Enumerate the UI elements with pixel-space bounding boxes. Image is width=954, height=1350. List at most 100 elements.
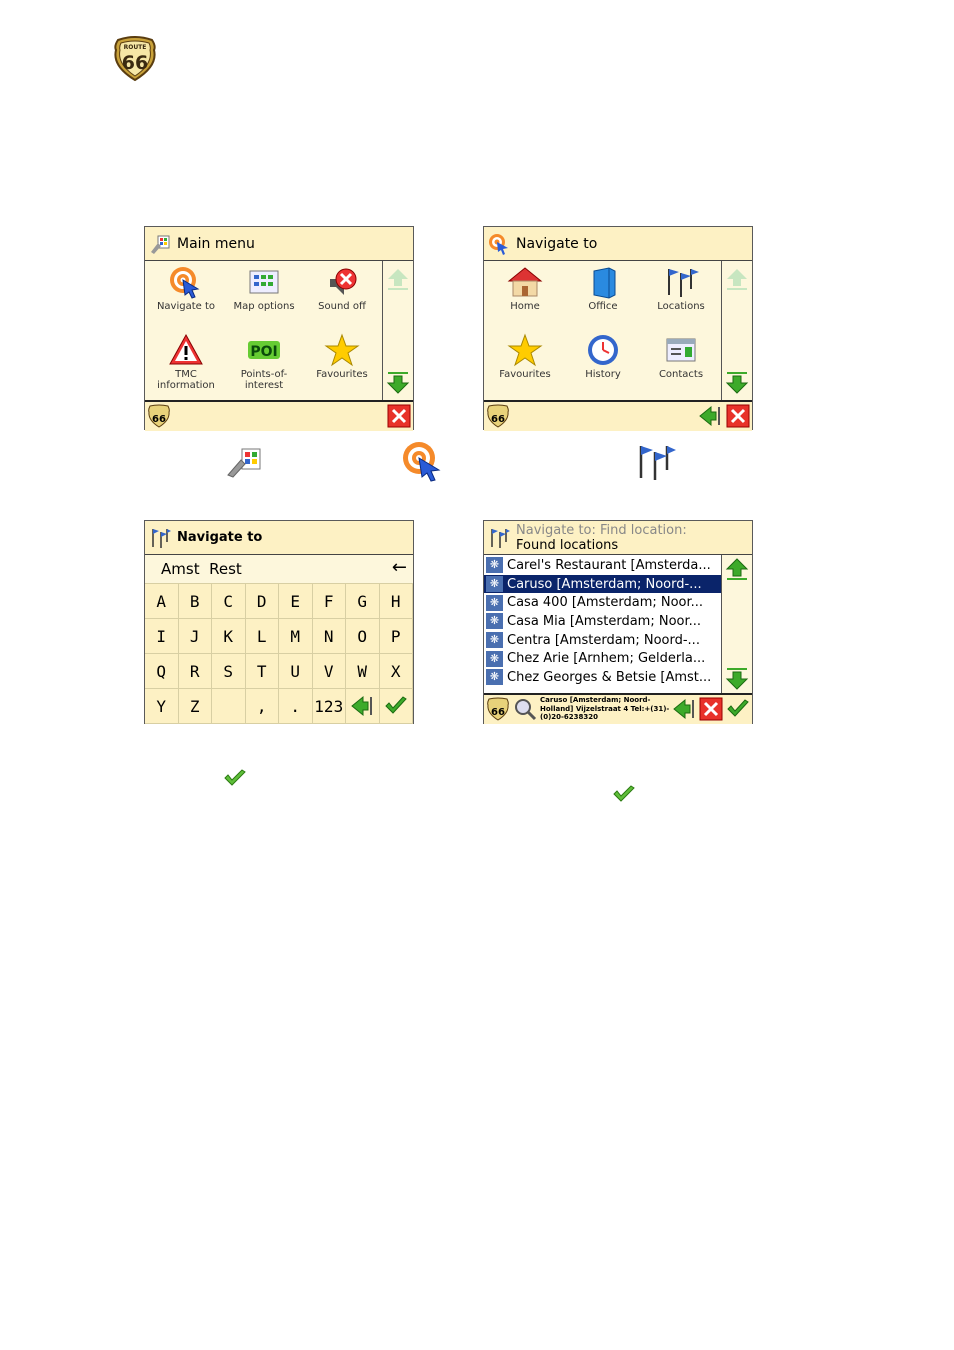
keyboard-key[interactable]: Z	[178, 689, 212, 724]
home-icon	[507, 267, 543, 297]
scrollbar[interactable]	[721, 261, 752, 400]
back-arrow-icon[interactable]	[698, 404, 722, 428]
menu-item-label: Sound off	[318, 301, 366, 312]
navigate-to-screen: Navigate to Home Office Locations Favour…	[483, 226, 753, 431]
keyboard-key[interactable]: H	[379, 584, 413, 619]
keyboard-key[interactable]: K	[212, 619, 246, 654]
nav-item-home[interactable]: Home	[486, 265, 564, 312]
keyboard-key[interactable]: B	[178, 584, 212, 619]
menu-item-favourites[interactable]: Favourites	[303, 333, 381, 380]
backspace-icon[interactable]: ←	[392, 557, 407, 578]
restaurant-icon: ❋	[486, 650, 503, 667]
keyboard-key[interactable]: T	[245, 654, 279, 689]
nav-item-locations[interactable]: Locations	[642, 265, 720, 312]
keyboard-key[interactable]: X	[379, 654, 413, 689]
svg-text:66: 66	[152, 414, 166, 425]
close-icon[interactable]	[387, 404, 411, 428]
back-arrow-icon[interactable]	[672, 697, 696, 721]
search-input[interactable]: Amst Rest ←	[145, 555, 413, 584]
locations-flags-icon	[668, 269, 699, 297]
keyboard-key[interactable]: W	[346, 654, 380, 689]
keyboard-key-space[interactable]	[212, 689, 246, 724]
scroll-up-icon[interactable]	[725, 557, 749, 581]
keyboard-key[interactable]: Q	[145, 654, 179, 689]
nav-item-office[interactable]: Office	[564, 265, 642, 312]
keyboard-key[interactable]: R	[178, 654, 212, 689]
keyboard-screen: Navigate to Amst Rest ← ABCDEFGH IJKLMNOP…	[144, 520, 414, 724]
restaurant-icon: ❋	[486, 632, 503, 649]
scroll-up-icon[interactable]	[386, 267, 410, 291]
keyboard-key[interactable]: P	[379, 619, 413, 654]
keyboard-key[interactable]: .	[279, 689, 313, 724]
keyboard-key[interactable]: V	[312, 654, 346, 689]
keyboard-key[interactable]: E	[279, 584, 313, 619]
nav-item-label: History	[585, 369, 621, 380]
nav-item-history[interactable]: History	[564, 333, 642, 380]
found-title: Found locations	[516, 537, 619, 553]
route66-button-icon[interactable]: 66	[486, 404, 510, 428]
back-arrow-icon[interactable]	[346, 689, 380, 724]
main-menu-icon	[151, 235, 170, 254]
found-title-path: Navigate to: Find location:	[516, 522, 687, 538]
close-icon[interactable]	[726, 404, 750, 428]
list-item[interactable]: ❋ Chez Arie [Arnhem; Gelderla...	[484, 649, 722, 668]
keyboard-key[interactable]: N	[312, 619, 346, 654]
list-item[interactable]: ❋ Caruso [Amsterdam; Noord-...	[484, 574, 722, 594]
svg-text:POI: POI	[250, 344, 277, 360]
keyboard-key[interactable]: D	[245, 584, 279, 619]
keyboard-key[interactable]: U	[279, 654, 313, 689]
keyboard-key[interactable]: I	[145, 619, 179, 654]
keyboard-key[interactable]: S	[212, 654, 246, 689]
magnifier-icon[interactable]	[513, 697, 537, 721]
nav-item-contacts[interactable]: Contacts	[642, 333, 720, 380]
keyboard-key[interactable]: A	[145, 584, 179, 619]
route66-button-icon[interactable]: 66	[147, 404, 171, 428]
list-item[interactable]: ❋ Carel's Restaurant [Amsterda...	[484, 556, 722, 575]
locations-flags-icon	[639, 446, 676, 480]
scrollbar[interactable]	[721, 555, 752, 693]
keyboard-key[interactable]: C	[212, 584, 246, 619]
keyboard-key[interactable]: 123	[312, 689, 346, 724]
restaurant-icon: ❋	[486, 576, 503, 593]
keyboard-key[interactable]: O	[346, 619, 380, 654]
menu-item-sound-off[interactable]: Sound off	[303, 265, 381, 312]
menu-item-points-of-interest[interactable]: POI Points-of-interest	[225, 333, 303, 391]
list-item-label: Casa 400 [Amsterdam; Noor...	[507, 595, 704, 611]
list-item-label: Carel's Restaurant [Amsterda...	[507, 557, 711, 573]
menu-item-tmc-information[interactable]: TMC information	[147, 333, 225, 391]
keyboard-key[interactable]: M	[279, 619, 313, 654]
confirm-check-icon	[613, 785, 635, 802]
list-item[interactable]: ❋ Chez Georges & Betsie [Amst...	[484, 668, 722, 687]
keyboard-key[interactable]: Y	[145, 689, 179, 724]
navigate-target-icon	[170, 267, 200, 299]
scroll-down-icon[interactable]	[725, 371, 749, 395]
navigate-to-header: Navigate to	[484, 227, 752, 261]
list-item[interactable]: ❋ Casa 400 [Amsterdam; Noor...	[484, 593, 722, 612]
restaurant-icon: ❋	[486, 594, 503, 611]
keyboard-key[interactable]: J	[178, 619, 212, 654]
nav-item-label: Favourites	[499, 369, 551, 380]
menu-item-map-options[interactable]: Map options	[225, 265, 303, 312]
scroll-up-icon[interactable]	[725, 267, 749, 291]
close-icon[interactable]	[699, 697, 723, 721]
scrollbar[interactable]	[382, 261, 413, 400]
route66-button-icon[interactable]: 66	[486, 697, 510, 721]
route66-logo: ROUTE 66	[114, 36, 156, 82]
list-item[interactable]: ❋ Centra [Amsterdam; Noord-...	[484, 631, 722, 650]
nav-item-favourites[interactable]: Favourites	[486, 333, 564, 380]
confirm-check-icon[interactable]	[379, 689, 413, 724]
keyboard-key[interactable]: F	[312, 584, 346, 619]
scroll-down-icon[interactable]	[725, 667, 749, 691]
keyboard-key[interactable]: L	[245, 619, 279, 654]
scroll-down-icon[interactable]	[386, 371, 410, 395]
keyboard-key[interactable]: ,	[245, 689, 279, 724]
menu-item-navigate-to[interactable]: Navigate to	[147, 265, 225, 312]
office-building-icon	[593, 267, 616, 299]
nav-item-label: Locations	[657, 301, 705, 312]
list-item[interactable]: ❋ Casa Mia [Amsterdam; Noor...	[484, 612, 722, 631]
confirm-check-icon[interactable]	[726, 697, 750, 721]
list-item-label: Centra [Amsterdam; Noord-...	[507, 632, 700, 648]
keyboard-key[interactable]: G	[346, 584, 380, 619]
map-options-icon	[249, 270, 279, 294]
confirm-check-icon	[224, 769, 246, 786]
